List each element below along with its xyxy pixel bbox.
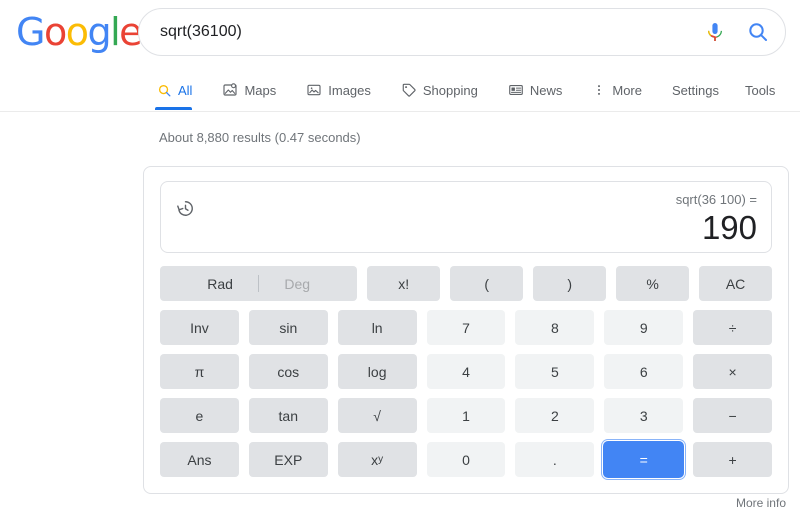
tab-more-label: More [612, 83, 642, 98]
decimal-point-key[interactable]: . [515, 442, 594, 477]
tab-shopping-label: Shopping [423, 83, 478, 98]
digit-2-key[interactable]: 2 [515, 398, 594, 433]
logo-letter-o1: o [44, 10, 66, 54]
open-paren-key[interactable]: ( [450, 266, 523, 301]
power-key-base: x [371, 452, 378, 468]
search-input[interactable] [139, 23, 695, 41]
digit-7-key[interactable]: 7 [427, 310, 506, 345]
answer-key[interactable]: Ans [160, 442, 239, 477]
tab-images-label: Images [328, 83, 371, 98]
multiply-key[interactable]: × [693, 354, 772, 389]
all-clear-key[interactable]: AC [699, 266, 772, 301]
map-icon [222, 82, 238, 98]
newspaper-icon [508, 82, 524, 98]
sin-key[interactable]: sin [249, 310, 328, 345]
close-paren-key[interactable]: ) [533, 266, 606, 301]
digit-5-key[interactable]: 5 [515, 354, 594, 389]
pi-key[interactable]: π [160, 354, 239, 389]
log-key[interactable]: log [338, 354, 417, 389]
plus-key[interactable]: + [693, 442, 772, 477]
tab-all-label: All [178, 83, 192, 98]
more-vertical-icon [592, 82, 606, 98]
logo-letter-l: l [110, 10, 119, 54]
search-icon [157, 83, 172, 98]
search-submit-icon[interactable] [735, 12, 781, 52]
tools-link[interactable]: Tools [745, 83, 775, 98]
cos-key[interactable]: cos [249, 354, 328, 389]
digit-3-key[interactable]: 3 [604, 398, 683, 433]
more-info-link[interactable]: More info [736, 496, 786, 510]
result-stats: About 8,880 results (0.47 seconds) [159, 130, 361, 145]
tab-news-label: News [530, 83, 563, 98]
tab-news[interactable]: News [508, 70, 577, 110]
history-clock-icon[interactable] [175, 198, 196, 219]
equals-key[interactable]: = [604, 442, 683, 477]
search-bar[interactable] [138, 8, 786, 56]
power-key[interactable]: xy [338, 442, 417, 477]
factorial-key[interactable]: x! [367, 266, 440, 301]
tab-all[interactable]: All [155, 70, 206, 110]
divide-key[interactable]: ÷ [693, 310, 772, 345]
calculator-expression: sqrt(36 100) = [676, 192, 757, 208]
calculator-card: sqrt(36 100) = 190 Rad Deg x! ( ) % AC I… [143, 166, 789, 494]
microphone-icon[interactable] [695, 12, 735, 52]
tan-key[interactable]: tan [249, 398, 328, 433]
calculator-keypad: Rad Deg x! ( ) % AC Inv sin ln 7 8 9 ÷ π… [160, 266, 772, 477]
tag-icon [401, 82, 417, 98]
euler-key[interactable]: e [160, 398, 239, 433]
keypad-row: Ans EXP xy 0 . = + [160, 442, 772, 477]
exponent-key[interactable]: EXP [249, 442, 328, 477]
calculator-result: 190 [702, 209, 757, 247]
logo-letter-G: G [16, 10, 44, 54]
keypad-row: π cos log 4 5 6 × [160, 354, 772, 389]
settings-link[interactable]: Settings [672, 83, 719, 98]
digit-4-key[interactable]: 4 [427, 354, 506, 389]
digit-1-key[interactable]: 1 [427, 398, 506, 433]
ln-key[interactable]: ln [338, 310, 417, 345]
page-header: Google [0, 0, 800, 70]
keypad-row: Rad Deg x! ( ) % AC [160, 266, 772, 301]
calculator-display: sqrt(36 100) = 190 [160, 181, 772, 253]
digit-6-key[interactable]: 6 [604, 354, 683, 389]
tab-images[interactable]: Images [306, 70, 385, 110]
percent-key[interactable]: % [616, 266, 689, 301]
deg-option[interactable]: Deg [259, 276, 335, 292]
angle-mode-toggle[interactable]: Rad Deg [160, 266, 357, 301]
image-icon [306, 82, 322, 98]
search-nav-bar: All Maps Images Shopping [0, 70, 800, 112]
digit-9-key[interactable]: 9 [604, 310, 683, 345]
inverse-key[interactable]: Inv [160, 310, 239, 345]
digit-0-key[interactable]: 0 [427, 442, 506, 477]
nav-right-links: Settings Tools [672, 70, 791, 110]
digit-8-key[interactable]: 8 [515, 310, 594, 345]
google-logo[interactable]: Google [16, 13, 141, 51]
logo-letter-g: g [87, 10, 110, 54]
sqrt-key[interactable]: √ [338, 398, 417, 433]
tab-more[interactable]: More [592, 70, 656, 110]
keypad-row: e tan √ 1 2 3 − [160, 398, 772, 433]
tab-shopping[interactable]: Shopping [401, 70, 492, 110]
rad-option[interactable]: Rad [182, 276, 258, 292]
keypad-row: Inv sin ln 7 8 9 ÷ [160, 310, 772, 345]
logo-letter-o2: o [66, 10, 88, 54]
tab-maps[interactable]: Maps [222, 70, 290, 110]
minus-key[interactable]: − [693, 398, 772, 433]
tab-maps-label: Maps [244, 83, 276, 98]
